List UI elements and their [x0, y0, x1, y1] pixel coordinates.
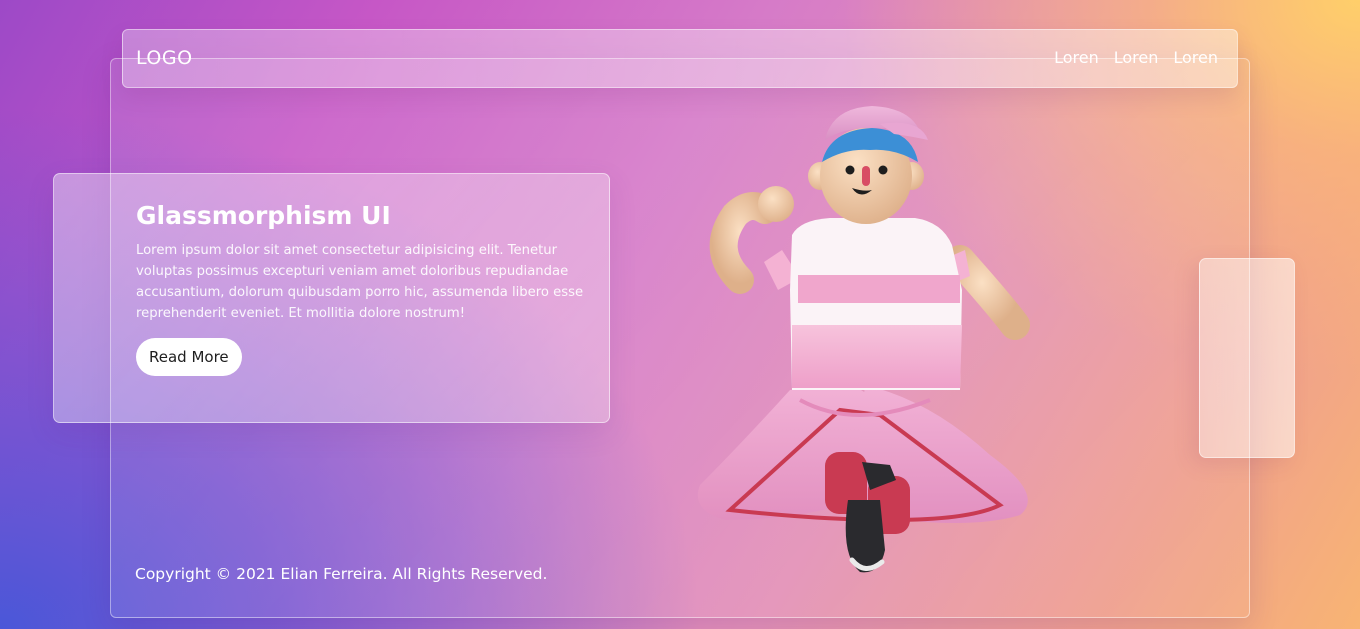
nav-links: Loren Loren Loren [1054, 48, 1218, 67]
character-illustration [697, 106, 1030, 573]
nav-link-1[interactable]: Loren [1054, 48, 1099, 67]
side-glass-card [1199, 258, 1295, 458]
hero-card: Glassmorphism UI Lorem ipsum dolor sit a… [53, 173, 610, 423]
hero-description: Lorem ipsum dolor sit amet consectetur a… [136, 243, 584, 321]
nav-link-3[interactable]: Loren [1173, 48, 1218, 67]
hero-title: Glassmorphism UI [136, 201, 391, 230]
left-arm [709, 186, 800, 294]
logo[interactable]: LOGO [136, 47, 193, 69]
head [808, 106, 928, 224]
shirt [790, 218, 962, 390]
copyright-text: Copyright © 2021 Elian Ferreira. All Rig… [135, 565, 548, 583]
nav-link-2[interactable]: Loren [1114, 48, 1159, 67]
read-more-button[interactable]: Read More [136, 338, 242, 376]
navbar: LOGO Loren Loren Loren [122, 29, 1238, 88]
